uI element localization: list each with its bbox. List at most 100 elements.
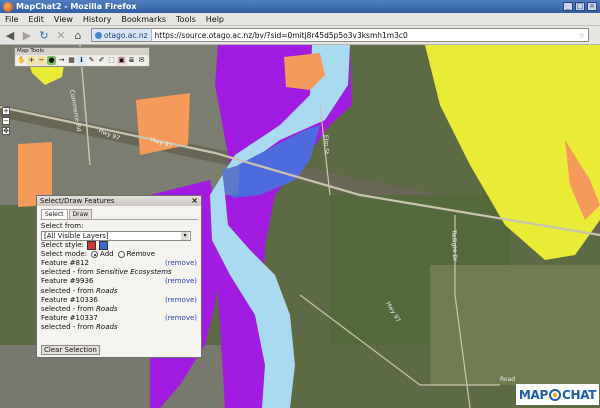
- pan-button[interactable]: ✥: [2, 127, 10, 135]
- select-from-label: Select from:: [41, 222, 84, 230]
- select-style-row: Select style:: [41, 241, 197, 251]
- feature-source-name: Roads: [96, 286, 118, 295]
- road-label-south: Road: [500, 376, 515, 383]
- close-button[interactable]: ×: [587, 2, 597, 11]
- window-title: MapChat2 - Mozilla Firefox: [16, 2, 137, 11]
- feature-source-name: Roads: [96, 304, 118, 313]
- menu-bar: File Edit View History Bookmarks Tools H…: [0, 13, 600, 26]
- select-from-dropdown[interactable]: [All Visible Layers] ▾: [41, 231, 191, 242]
- site-identity-button[interactable]: otago.ac.nz: [92, 29, 152, 41]
- bookmark-star-icon[interactable]: ☆: [578, 31, 588, 40]
- reload-icon[interactable]: ↻: [37, 28, 51, 42]
- tab-draw[interactable]: Draw: [68, 209, 93, 219]
- menu-tools[interactable]: Tools: [171, 15, 201, 24]
- menu-history[interactable]: History: [78, 15, 116, 24]
- mode-remove-radio[interactable]: [117, 251, 125, 259]
- mode-add-label: Add: [100, 250, 114, 259]
- logo-text-map: MAP: [518, 387, 548, 402]
- street-label-twilight: Twilight Dr: [450, 229, 458, 262]
- feature-source: selected - from Roads: [41, 323, 197, 332]
- stop-icon[interactable]: ✕: [54, 28, 68, 42]
- menu-help[interactable]: Help: [201, 15, 229, 24]
- mode-remove-label: Remove: [126, 250, 156, 259]
- forward-arrow-icon[interactable]: ▶: [20, 28, 34, 42]
- globe-icon: [95, 31, 102, 39]
- feature-row: Feature #9936 (remove): [41, 277, 197, 286]
- mapchat-logo: MAP CHAT: [516, 384, 599, 405]
- remove-link[interactable]: (remove): [165, 314, 197, 323]
- dialog-close-icon[interactable]: ×: [191, 196, 198, 206]
- measure-icon[interactable]: ✎: [87, 56, 96, 65]
- navigation-toolbar: ◀ ▶ ↻ ✕ ⌂ otago.ac.nz https://source.ota…: [0, 26, 600, 45]
- feature-source: selected - from Roads: [41, 305, 197, 314]
- mode-add-radio[interactable]: [91, 251, 99, 259]
- remove-link[interactable]: (remove): [165, 259, 197, 268]
- feature-row: Feature #10336 (remove): [41, 296, 197, 305]
- menu-edit[interactable]: Edit: [23, 15, 49, 24]
- style-polygon-icon[interactable]: [98, 241, 108, 251]
- back-arrow-icon[interactable]: ◀: [3, 28, 17, 42]
- feature-source-prefix: selected - from: [41, 322, 97, 331]
- feature-title: Feature #10337: [41, 313, 98, 322]
- url-text[interactable]: https://source.otago.ac.nz/bv/?sid=0mitj…: [152, 31, 579, 40]
- menu-bookmarks[interactable]: Bookmarks: [116, 15, 171, 24]
- chevron-down-icon[interactable]: ▾: [181, 232, 189, 241]
- street-label-elm: Elm St: [322, 135, 330, 155]
- logo-globe-icon: [548, 388, 561, 401]
- window-titlebar: MapChat2 - Mozilla Firefox _ □ ×: [0, 0, 600, 13]
- zoom-in-button[interactable]: +: [2, 107, 10, 115]
- zoom-in-icon[interactable]: +: [27, 56, 36, 65]
- feature-row: Feature #10337 (remove): [41, 314, 197, 323]
- select-from-value: [All Visible Layers]: [44, 232, 109, 241]
- firefox-icon: [3, 1, 13, 12]
- feature-row: Feature #812 (remove): [41, 259, 197, 268]
- arrow-right-icon[interactable]: →: [57, 56, 66, 65]
- layers-icon[interactable]: ≣: [127, 56, 136, 65]
- url-bar[interactable]: otago.ac.nz https://source.otago.ac.nz/b…: [91, 28, 589, 42]
- tab-select[interactable]: Select: [41, 209, 68, 219]
- selected-feature-polygon-edge[interactable]: [222, 165, 240, 195]
- home-icon[interactable]: ⌂: [71, 28, 85, 42]
- style-box-icon[interactable]: [86, 241, 96, 251]
- dialog-titlebar: Select/Draw Features ×: [37, 196, 201, 206]
- select-tool-icon[interactable]: ▣: [117, 56, 126, 65]
- feature-source: selected - from Roads: [41, 287, 197, 296]
- dialog-body: Select from: [All Visible Layers] ▾ Sele…: [40, 219, 198, 334]
- dialog-title: Select/Draw Features: [40, 197, 115, 205]
- select-icon[interactable]: ⬚: [107, 56, 116, 65]
- globe-icon[interactable]: ●: [47, 56, 56, 65]
- feature-title: Feature #9936: [41, 277, 94, 286]
- edit-icon[interactable]: ✐: [97, 56, 106, 65]
- zoom-out-button[interactable]: −: [2, 117, 10, 125]
- menu-file[interactable]: File: [0, 15, 23, 24]
- feature-source-prefix: selected - from: [41, 286, 97, 295]
- remove-link[interactable]: (remove): [165, 277, 197, 286]
- maximize-button[interactable]: □: [575, 2, 585, 11]
- select-draw-dialog: Select/Draw Features × Select Draw Selec…: [36, 195, 202, 358]
- map-tools-panel: Map Tools ✋ + − ● → ▦ ℹ ✎ ✐ ⬚ ▣ ≣ ✉: [14, 47, 150, 67]
- menu-view[interactable]: View: [49, 15, 78, 24]
- feature-source-prefix: selected - from: [41, 268, 97, 277]
- site-identity-label: otago.ac.nz: [104, 30, 148, 40]
- grid-icon[interactable]: ▦: [67, 56, 76, 65]
- feature-source-name: Sensitive Ecosystems: [96, 268, 172, 277]
- pan-hand-icon[interactable]: ✋: [17, 56, 26, 65]
- feature-source-name: Roads: [96, 322, 118, 331]
- minimize-button[interactable]: _: [563, 2, 573, 11]
- clear-selection-button[interactable]: Clear Selection: [41, 345, 100, 355]
- zoom-out-icon[interactable]: −: [37, 56, 46, 65]
- logo-text-chat: CHAT: [561, 387, 597, 402]
- map-tools-title: Map Tools: [15, 48, 149, 55]
- select-mode-row: Select mode: Add Remove: [41, 250, 197, 259]
- select-style-label: Select style:: [41, 241, 84, 250]
- info-icon[interactable]: ℹ: [77, 56, 86, 65]
- zoom-control: + − ✥: [2, 107, 11, 157]
- remove-link[interactable]: (remove): [165, 296, 197, 305]
- feature-title: Feature #812: [41, 259, 89, 268]
- select-mode-label: Select mode:: [41, 250, 88, 259]
- feature-source: selected - from Sensitive Ecosystems: [41, 268, 197, 277]
- dialog-tabs: Select Draw: [41, 209, 201, 219]
- chat-icon[interactable]: ✉: [137, 56, 146, 65]
- feature-title: Feature #10336: [41, 295, 98, 304]
- feature-source-prefix: selected - from: [41, 304, 97, 313]
